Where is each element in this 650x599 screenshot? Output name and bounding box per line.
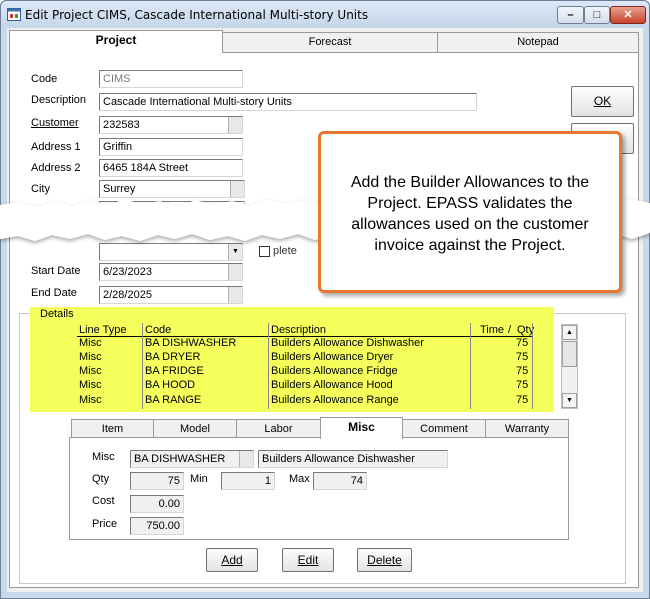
min-field: 1 [221, 472, 275, 490]
row-code: BA DISHWASHER [145, 337, 237, 349]
window-title: Edit Project CIMS, Cascade International… [25, 8, 369, 22]
tab-forecast[interactable]: Forecast [222, 32, 438, 52]
address1-label: Address 1 [31, 141, 81, 153]
row-qty: 75 [516, 351, 529, 363]
row-qty: 75 [516, 365, 529, 377]
description-field[interactable]: Cascade International Multi-story Units [99, 93, 477, 111]
app-icon [7, 8, 21, 21]
row-description: Builders Allowance Fridge [271, 365, 398, 377]
end-date-picker-button[interactable] [228, 287, 242, 303]
details-title: Details [38, 308, 76, 320]
row-description: Builders Allowance Dryer [271, 351, 394, 363]
row-line-type: Misc [79, 394, 102, 406]
row-code: BA HOOD [145, 379, 196, 391]
row-qty: 75 [516, 394, 529, 406]
end-date-field[interactable]: 2/28/2025 [99, 286, 243, 304]
column-divider [470, 323, 471, 409]
start-date-field[interactable]: 6/23/2023 [99, 263, 243, 281]
subtab-labor[interactable]: Labor [236, 419, 321, 438]
subtab-warranty[interactable]: Warranty [485, 419, 569, 438]
end-date-label: End Date [31, 287, 77, 299]
ok-button[interactable]: OK [571, 86, 634, 117]
customer-field[interactable]: 232583 [99, 116, 243, 134]
close-button[interactable]: ✕ [610, 6, 646, 24]
cost-field: 0.00 [130, 495, 184, 513]
city-value: Surrey [103, 183, 136, 195]
maximize-button[interactable]: □ [584, 6, 610, 24]
column-divider [268, 323, 269, 409]
cost-label: Cost [92, 495, 115, 507]
callout-text: Add the Builder Allowances to the Projec… [350, 174, 590, 254]
details-scrollbar[interactable]: ▲ ▼ [561, 324, 578, 409]
qty-label: Qty [92, 473, 110, 485]
price-label: Price [92, 518, 118, 530]
scroll-up-icon[interactable]: ▲ [562, 325, 577, 340]
misc-code-field[interactable]: BA DISHWASHER [130, 450, 254, 468]
customer-lookup-button[interactable] [228, 117, 242, 133]
subtab-misc[interactable]: Misc [320, 417, 403, 439]
instruction-callout: Add the Builder Allowances to the Projec… [318, 131, 622, 293]
minimize-icon: – [567, 9, 574, 21]
city-label: City [31, 183, 50, 195]
address2-field[interactable]: 6465 184A Street [99, 159, 243, 177]
misc-label: Misc [92, 451, 115, 463]
row-code: BA FRIDGE [145, 365, 204, 377]
min-label: Min [190, 473, 208, 485]
address1-field[interactable]: Griffin [99, 138, 243, 156]
delete-button-label: Delete [367, 553, 402, 567]
ok-button-label: OK [593, 94, 612, 108]
row-description: Builders Allowance Range [271, 394, 399, 406]
complete-checkbox[interactable] [259, 246, 270, 257]
row-code: BA RANGE [145, 394, 202, 406]
qty-field[interactable]: 75 [130, 472, 184, 490]
row-description: Builders Allowance Dishwasher [271, 337, 424, 349]
tab-notepad[interactable]: Notepad [437, 32, 639, 52]
chevron-down-icon[interactable]: ▼ [228, 244, 242, 260]
max-label: Max [289, 473, 310, 485]
row-description: Builders Allowance Hood [271, 379, 393, 391]
start-date-picker-button[interactable] [228, 264, 242, 280]
scroll-thumb[interactable] [562, 341, 577, 367]
maximize-icon: □ [593, 9, 601, 21]
row-code: BA DRYER [145, 351, 201, 363]
misc-lookup-button[interactable] [239, 451, 253, 467]
misc-code-value: BA DISHWASHER [134, 453, 226, 465]
address2-label: Address 2 [31, 162, 81, 174]
end-date-value: 2/28/2025 [103, 289, 152, 301]
edit-button-label: Edit [297, 553, 319, 567]
title-bar[interactable]: Edit Project CIMS, Cascade International… [1, 1, 649, 29]
subtab-comment[interactable]: Comment [402, 419, 486, 438]
subtab-model[interactable]: Model [153, 419, 237, 438]
minimize-button[interactable]: – [557, 6, 584, 24]
row-line-type: Misc [79, 379, 102, 391]
row-line-type: Misc [79, 365, 102, 377]
scroll-down-icon[interactable]: ▼ [562, 393, 577, 408]
edit-button[interactable]: Edit [282, 548, 334, 572]
add-button[interactable]: Add [206, 548, 258, 572]
column-divider [142, 323, 143, 409]
customer-link[interactable]: Customer [31, 117, 79, 129]
start-date-value: 6/23/2023 [103, 266, 152, 278]
row-qty: 75 [516, 337, 529, 349]
row-qty: 75 [516, 379, 529, 391]
max-field: 74 [313, 472, 367, 490]
start-date-label: Start Date [31, 265, 81, 277]
close-icon: ✕ [623, 9, 633, 21]
description-label: Description [31, 94, 87, 106]
add-button-label: Add [221, 553, 243, 567]
complete-checkbox-label: plete [273, 245, 297, 257]
status-dropdown[interactable]: ▼ [99, 243, 243, 261]
subtab-item[interactable]: Item [71, 419, 154, 438]
price-field[interactable]: 750.00 [130, 517, 184, 535]
code-field[interactable]: CIMS [99, 70, 243, 88]
column-divider [532, 323, 533, 409]
customer-value: 232583 [103, 119, 140, 131]
misc-description-field: Builders Allowance Dishwasher [258, 450, 448, 468]
tab-project[interactable]: Project [9, 30, 223, 53]
row-line-type: Misc [79, 351, 102, 363]
delete-button[interactable]: Delete [357, 548, 412, 572]
code-label: Code [31, 73, 58, 85]
row-line-type: Misc [79, 337, 102, 349]
